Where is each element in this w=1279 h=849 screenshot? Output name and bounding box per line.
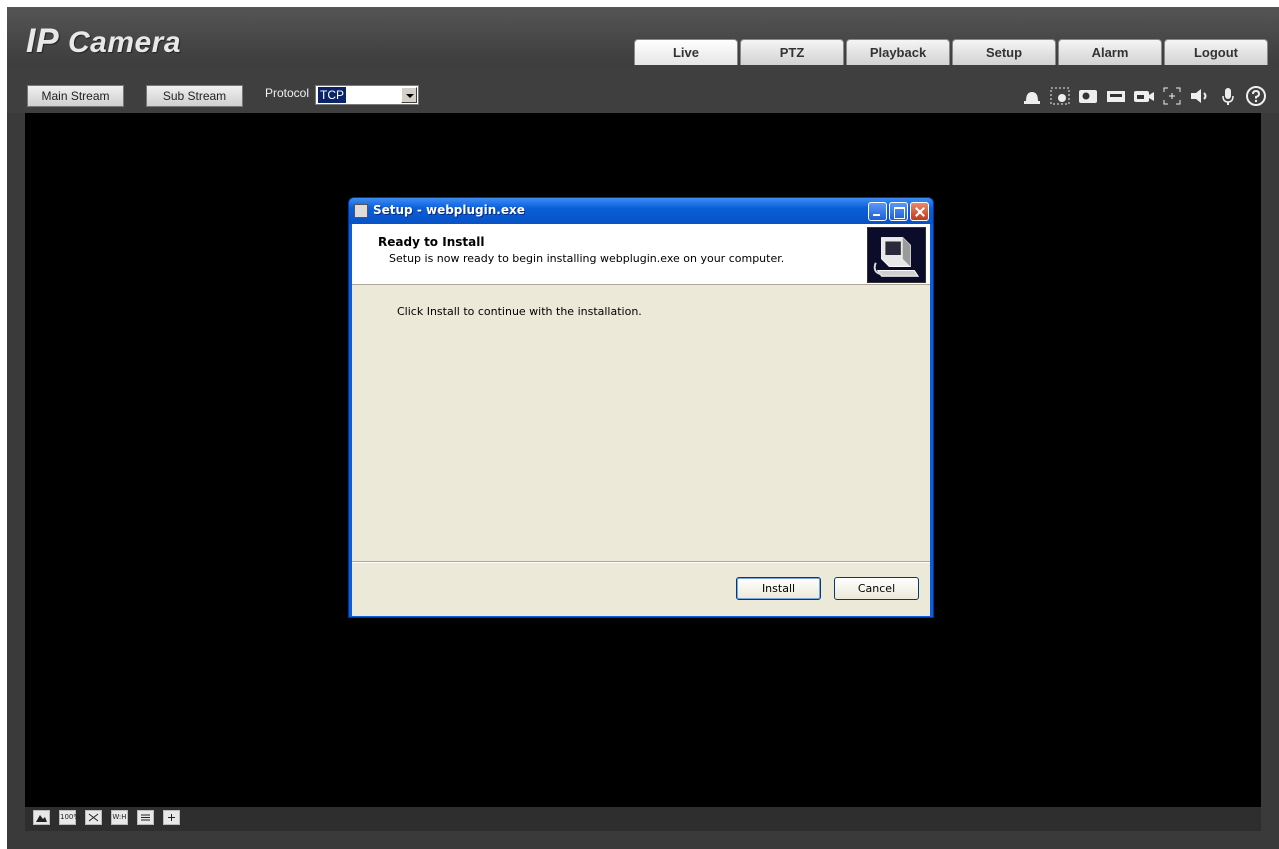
dialog-header: Ready to Install Setup is now ready to b… — [352, 224, 930, 285]
tab-setup[interactable]: Setup — [952, 39, 1056, 65]
audio-icon[interactable] — [1189, 85, 1211, 107]
wh-ratio-icon[interactable]: W:H — [111, 810, 128, 825]
setup-app-icon — [354, 204, 368, 218]
header: IP Camera Live PTZ Playback Setup Alarm … — [7, 7, 1279, 65]
dialog-separator — [352, 561, 930, 563]
dialog-subheading: Setup is now ready to begin installing w… — [389, 252, 785, 265]
triple-snapshot-icon[interactable] — [1105, 85, 1127, 107]
toolbar: Main Stream Sub Stream Protocol TCP — [7, 65, 1279, 113]
tab-playback[interactable]: Playback — [846, 39, 950, 65]
help-icon[interactable] — [1245, 85, 1267, 107]
dialog-message: Click Install to continue with the insta… — [397, 305, 642, 318]
app-window: IP Camera Live PTZ Playback Setup Alarm … — [7, 7, 1279, 849]
snapshot-icon[interactable] — [1077, 85, 1099, 107]
setup-dialog: Setup - webplugin.exe Ready to Install S… — [348, 197, 934, 618]
dialog-titlebar[interactable]: Setup - webplugin.exe — [349, 198, 933, 224]
maximize-icon[interactable] — [889, 202, 908, 221]
close-icon[interactable] — [910, 202, 929, 221]
sub-stream-button[interactable]: Sub Stream — [146, 85, 243, 107]
tab-alarm[interactable]: Alarm — [1058, 39, 1162, 65]
protocol-value: TCP — [318, 87, 346, 103]
logo-ip: IP — [26, 22, 60, 60]
fullscreen-icon[interactable] — [85, 810, 102, 825]
fluency-icon[interactable] — [137, 810, 154, 825]
dialog-body: Ready to Install Setup is now ready to b… — [352, 224, 930, 616]
tab-ptz[interactable]: PTZ — [740, 39, 844, 65]
toolbar-icons — [1021, 83, 1267, 109]
protocol-select[interactable]: TCP — [315, 85, 419, 105]
logo: IP Camera — [26, 22, 181, 61]
protocol-label: Protocol — [265, 86, 310, 100]
record-icon[interactable] — [1133, 85, 1155, 107]
rule-icon[interactable] — [163, 810, 180, 825]
main-tabs: Live PTZ Playback Setup Alarm Logout — [634, 39, 1270, 65]
video-bottom-bar: 100% W:H — [25, 807, 1261, 831]
installer-computer-icon — [867, 227, 926, 283]
dialog-heading: Ready to Install — [378, 235, 485, 249]
chevron-down-icon[interactable] — [401, 87, 417, 103]
dialog-title: Setup - webplugin.exe — [373, 203, 525, 217]
talk-icon[interactable] — [1217, 85, 1239, 107]
alarm-icon[interactable] — [1021, 85, 1043, 107]
tab-live[interactable]: Live — [634, 39, 738, 65]
tab-logout[interactable]: Logout — [1164, 39, 1268, 65]
zoom-focus-icon[interactable] — [1161, 85, 1183, 107]
cancel-button[interactable]: Cancel — [834, 577, 919, 600]
original-size-icon[interactable]: 100% — [59, 810, 80, 825]
image-adjust-icon[interactable] — [33, 810, 50, 825]
minimize-icon[interactable] — [868, 202, 887, 221]
main-stream-button[interactable]: Main Stream — [27, 85, 124, 107]
logo-camera: Camera — [67, 26, 182, 59]
install-button[interactable]: Install — [736, 577, 821, 600]
digital-zoom-icon[interactable] — [1049, 85, 1071, 107]
